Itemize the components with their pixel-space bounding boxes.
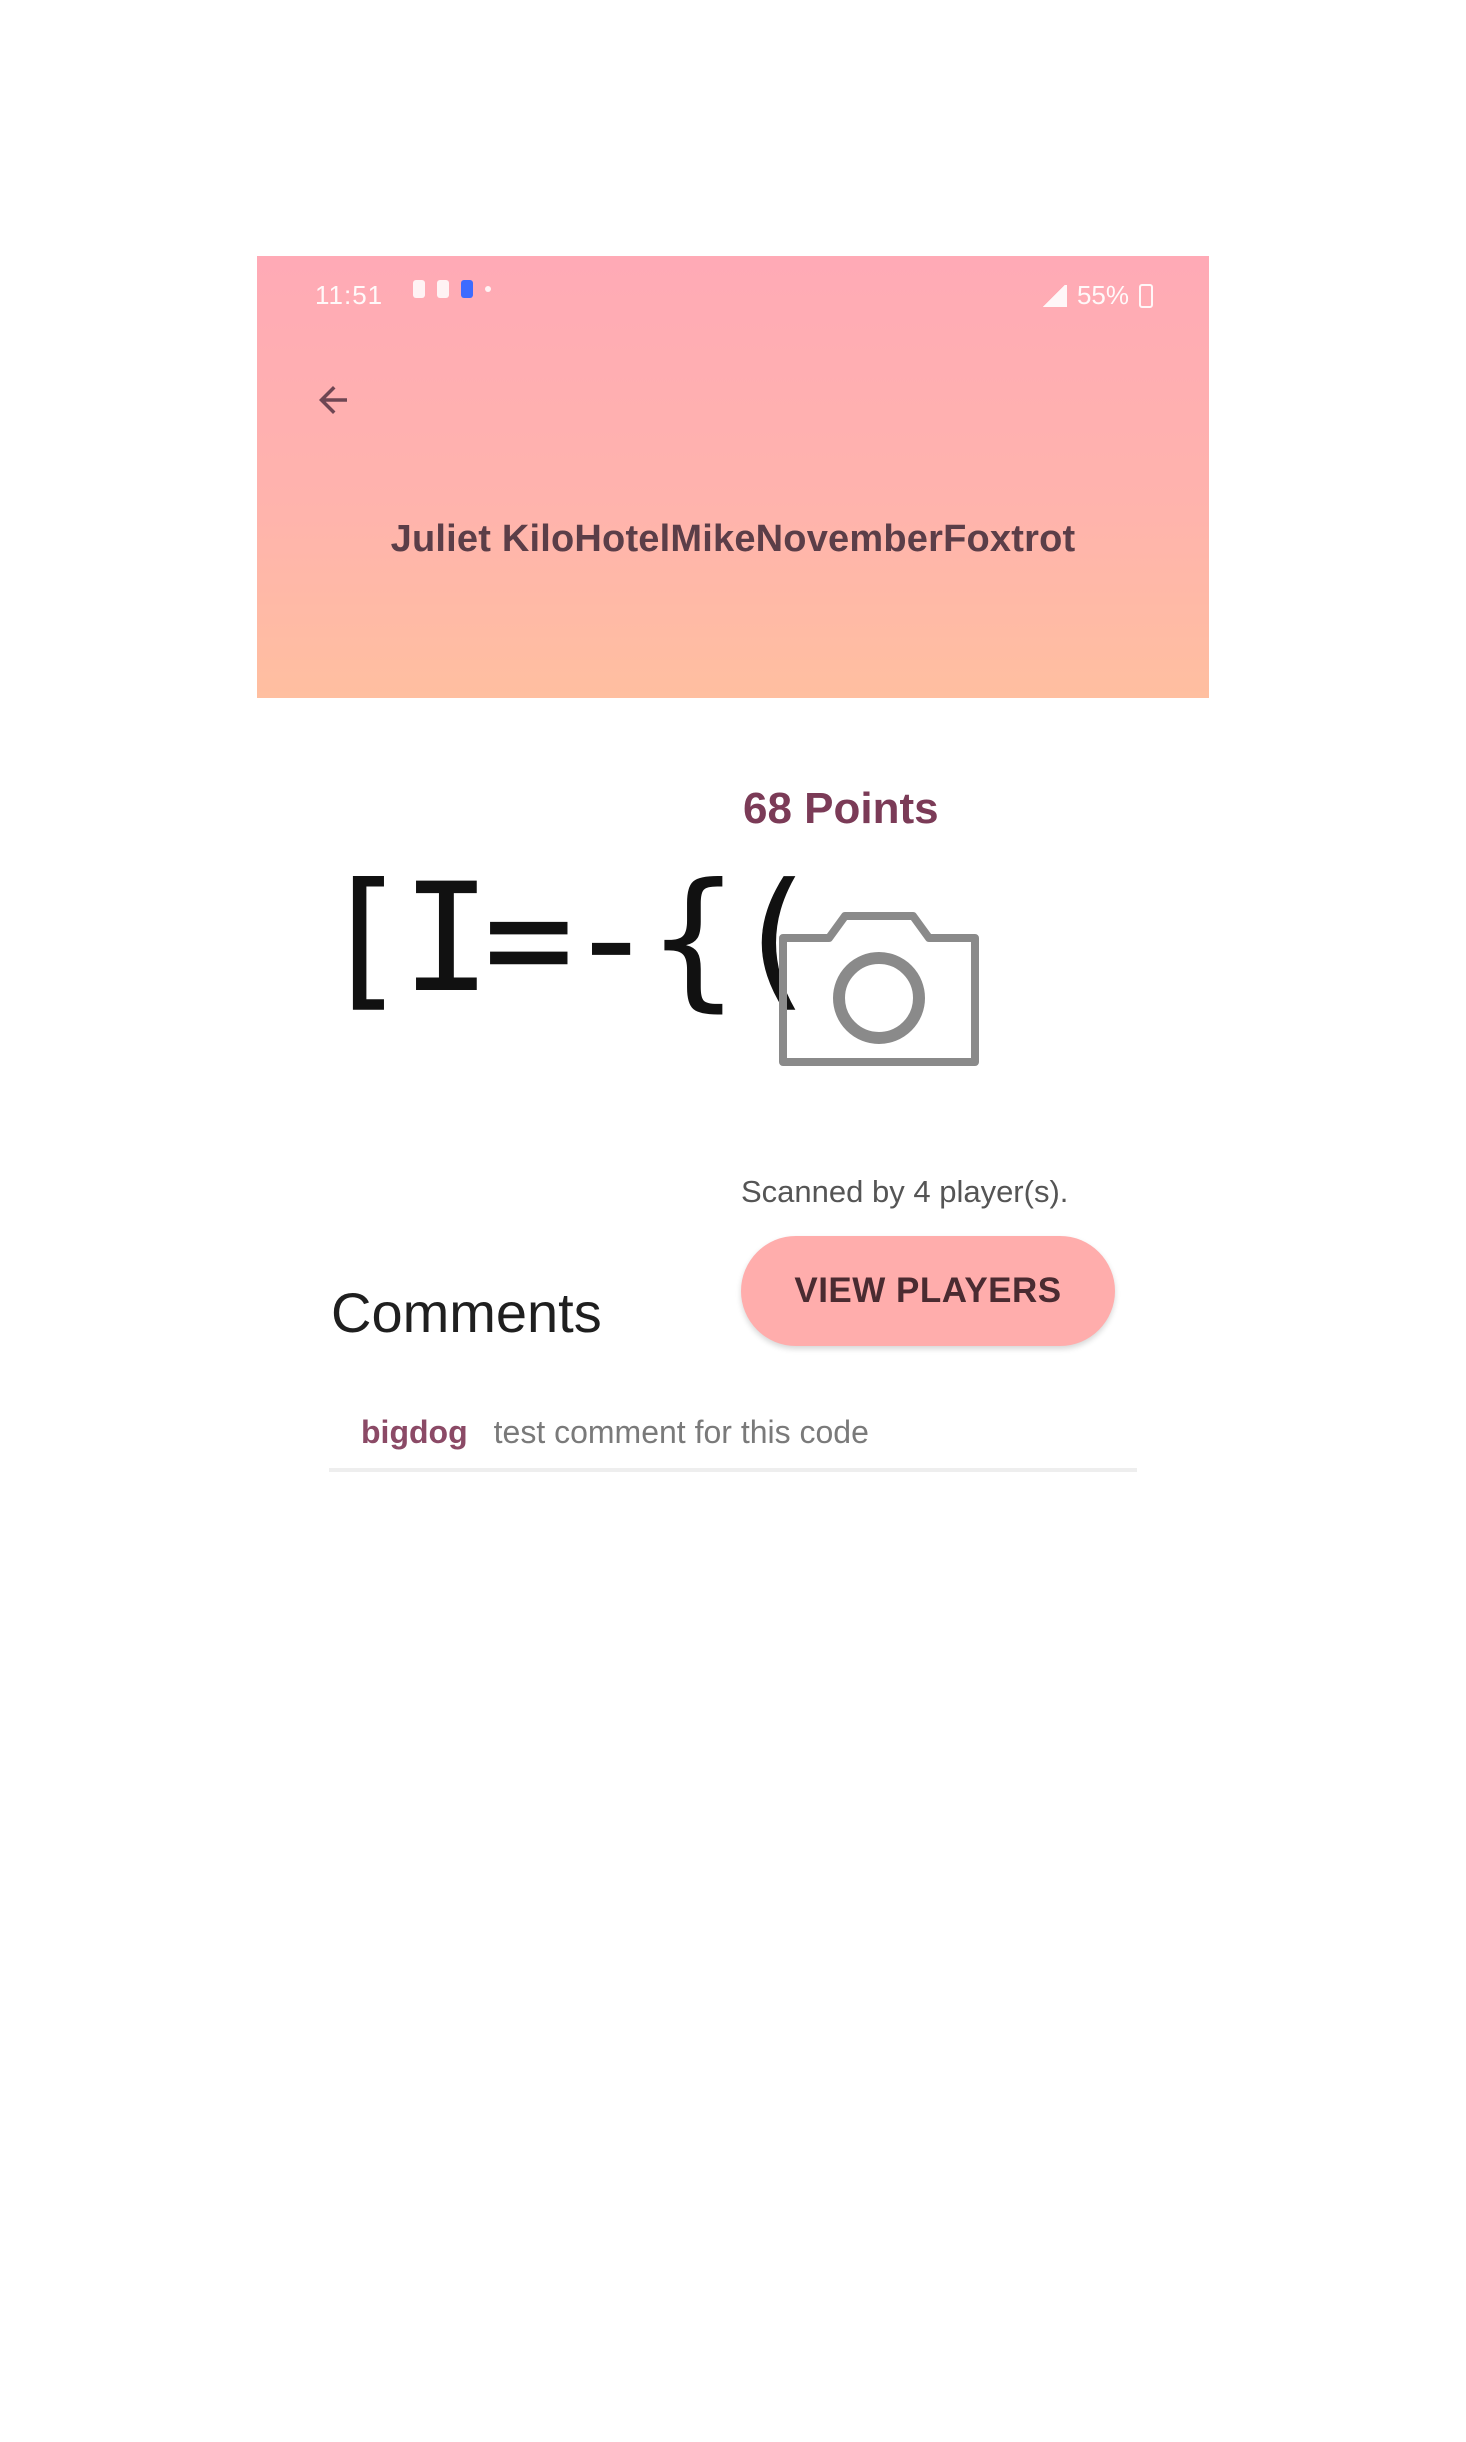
page-title: Juliet KiloHotelMikeNovemberFoxtrot	[390, 518, 1076, 560]
points-label: 68 Points	[743, 784, 939, 833]
code-visual: [I=-{(	[319, 852, 821, 1026]
back-button[interactable]	[301, 368, 365, 432]
notification-icon	[413, 280, 425, 298]
battery-level: 55%	[1076, 280, 1129, 310]
app-header: 11:51 55% Juliet KiloHotelMikeNovemberFo…	[257, 256, 1209, 698]
arrow-left-icon	[319, 386, 347, 414]
scanned-count: Scanned by 4 player(s).	[741, 1174, 1069, 1209]
status-system-icons: 55%	[1040, 280, 1153, 311]
signal-icon	[1040, 284, 1067, 307]
comment-author[interactable]: bigdog	[361, 1414, 468, 1451]
status-notification-icons	[413, 280, 491, 298]
app-screen: 11:51 55% Juliet KiloHotelMikeNovemberFo…	[257, 256, 1209, 1556]
comments-heading: Comments	[331, 1281, 602, 1344]
camera-icon	[779, 912, 979, 1066]
status-bar: 11:51 55%	[257, 256, 1209, 336]
comment-item: bigdog test comment for this code	[329, 1414, 1137, 1472]
notification-dot-icon	[485, 286, 491, 292]
notification-icon	[461, 280, 473, 298]
view-players-button[interactable]: VIEW PLAYERS	[741, 1236, 1115, 1346]
add-photo-button[interactable]	[777, 908, 981, 1068]
status-time: 11:51	[315, 280, 384, 310]
notification-icon	[437, 280, 449, 298]
comment-text: test comment for this code	[493, 1414, 869, 1450]
battery-icon	[1139, 283, 1153, 308]
